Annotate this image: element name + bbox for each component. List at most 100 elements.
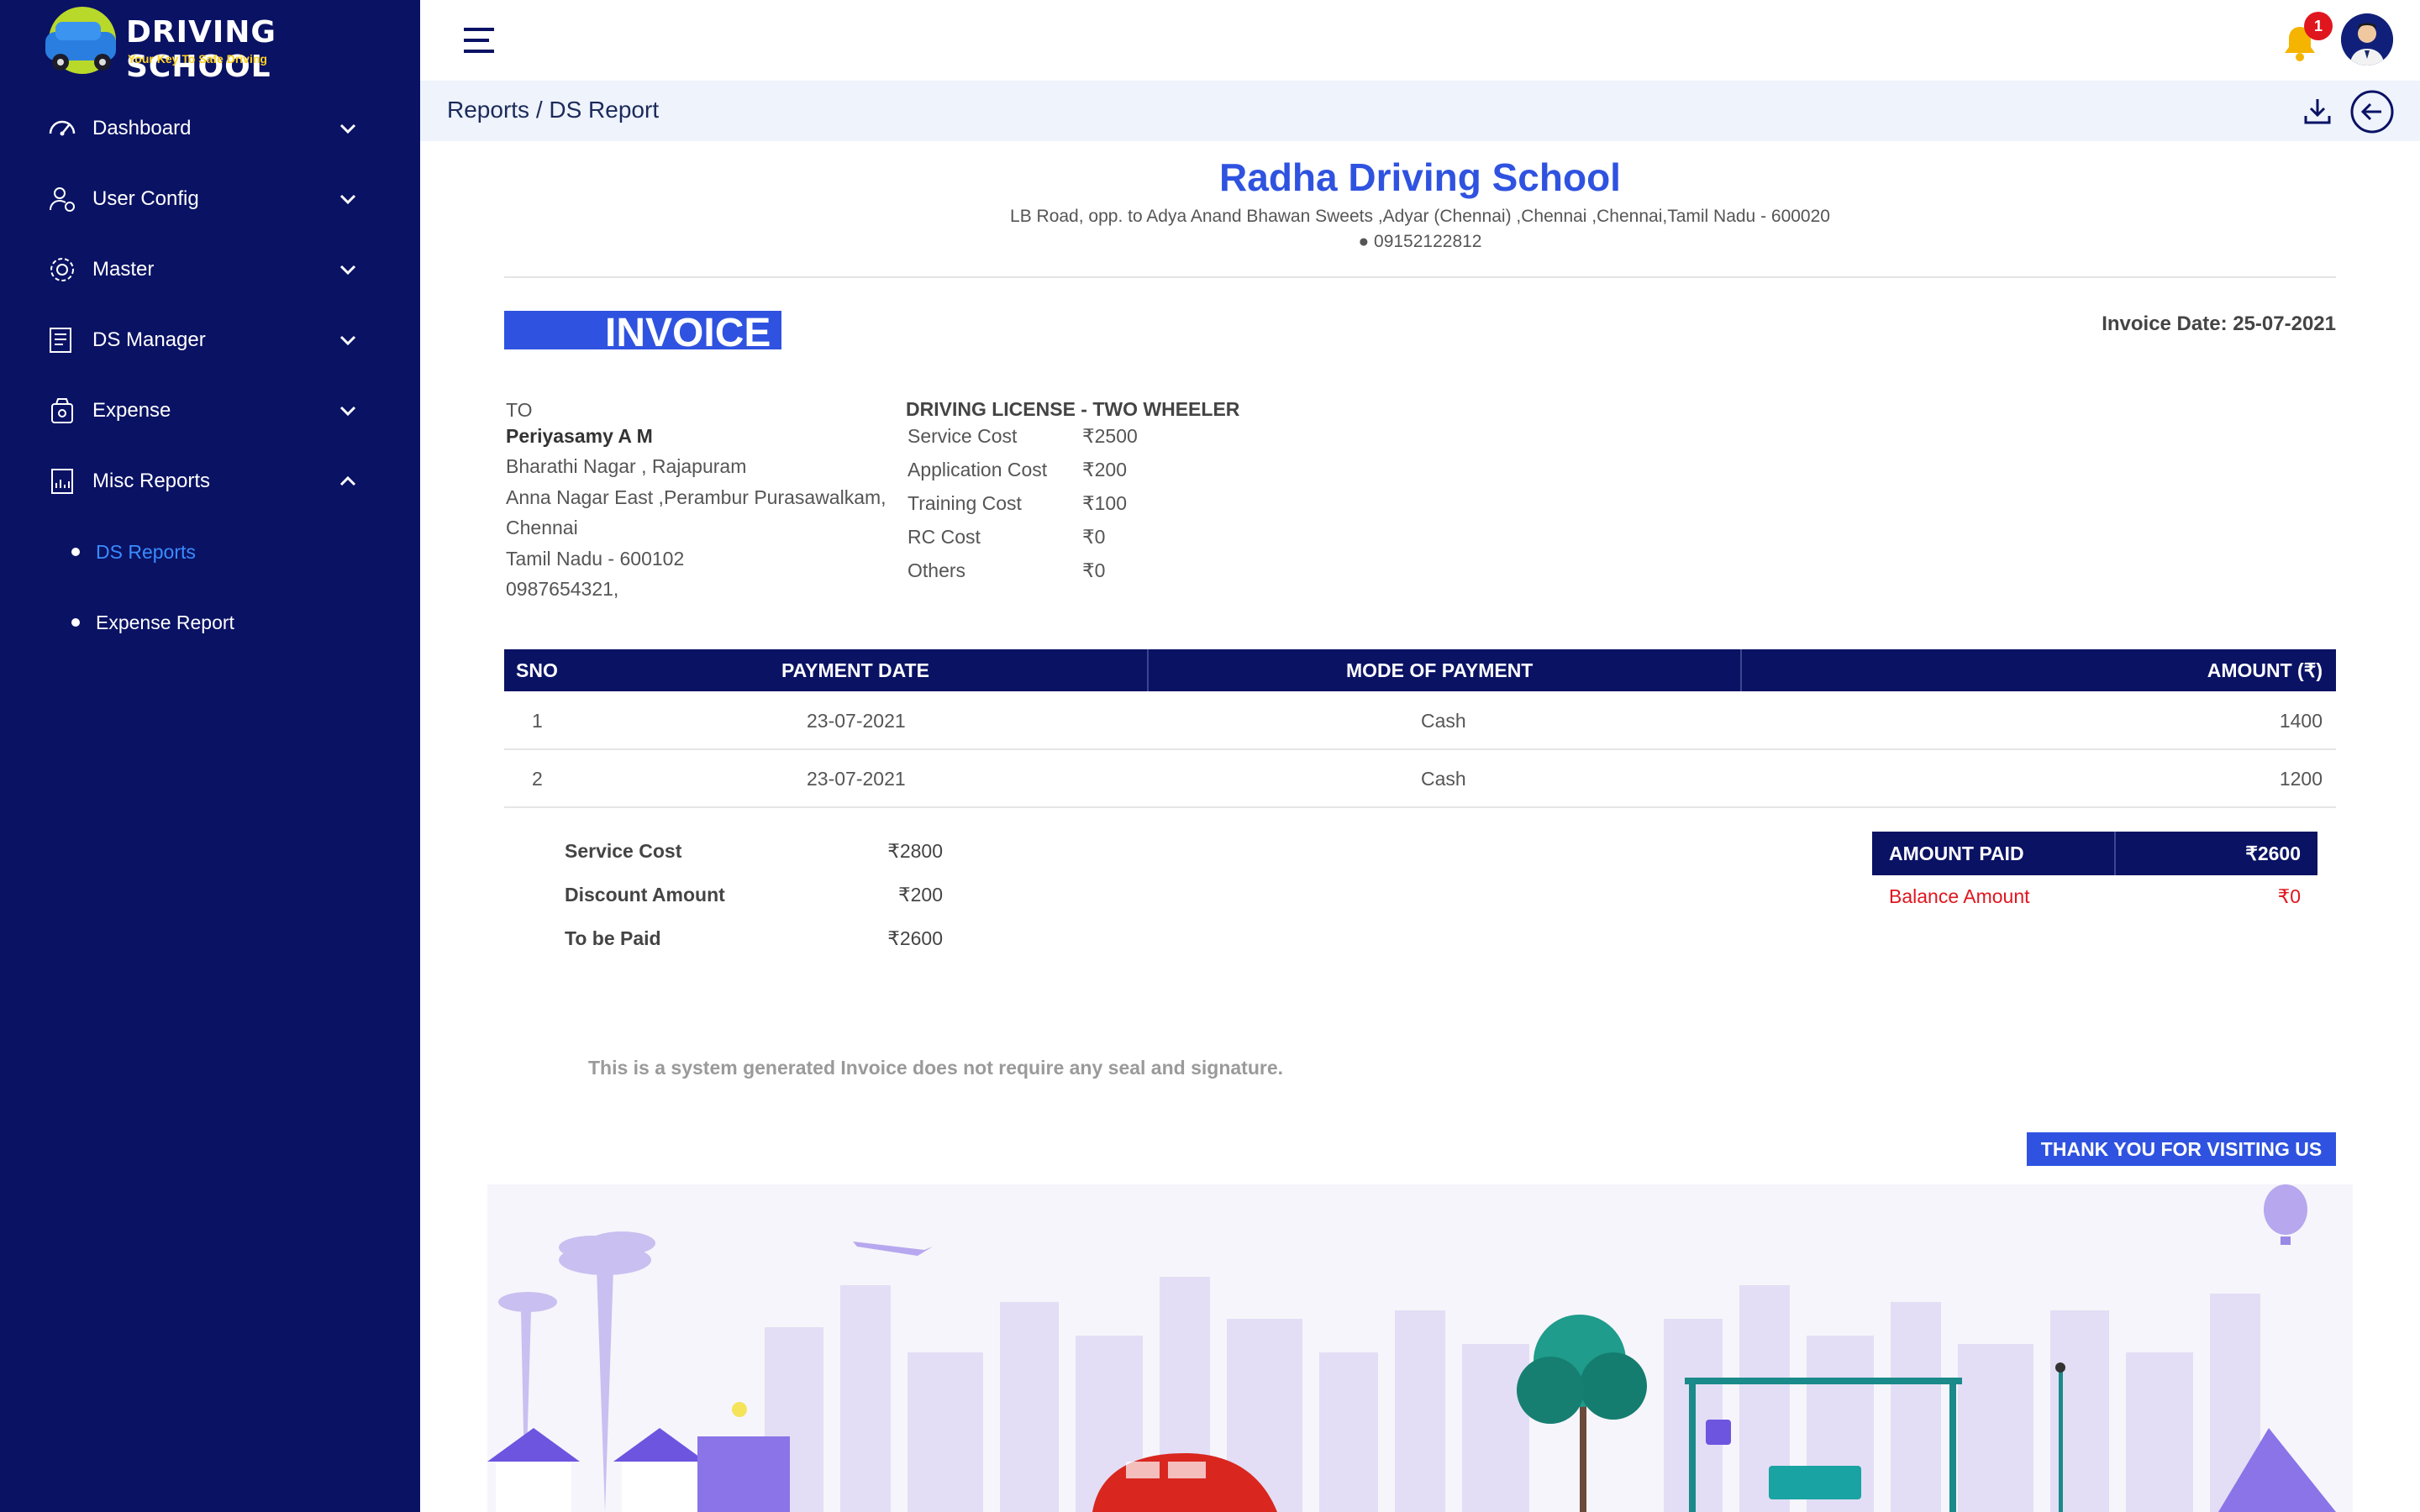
col-amount: AMOUNT (₹) xyxy=(2207,659,2323,681)
brand-name: DRIVING SCHOOL xyxy=(126,15,276,84)
customer-name: Periyasamy A M xyxy=(506,424,653,447)
sidebar: DRIVING SCHOOL Your Key To Safe Driving … xyxy=(0,0,420,1512)
school-address: LB Road, opp. to Adya Anand Bhawan Sweet… xyxy=(1010,207,1830,226)
user-gear-icon xyxy=(50,187,75,212)
chevron-up-icon xyxy=(339,475,356,486)
wallet-icon xyxy=(51,398,73,423)
report-icon xyxy=(51,469,73,494)
invoice-date: Invoice Date: 25-07-2021 xyxy=(2102,312,2336,335)
bullet-icon xyxy=(71,548,80,556)
balance-row: Balance Amount ₹0 xyxy=(1889,885,2301,908)
cell-sno: 2 xyxy=(532,768,543,790)
download-icon[interactable] xyxy=(2301,94,2334,128)
cell-mode: Cash xyxy=(1421,710,1466,732)
chevron-down-icon xyxy=(339,123,356,134)
ledger-icon xyxy=(50,328,71,353)
cell-date: 23-07-2021 xyxy=(807,768,906,790)
school-phone: ● 09152122812 xyxy=(1358,232,1482,251)
cell-sno: 1 xyxy=(532,710,543,732)
brand-tagline: Your Key To Safe Driving xyxy=(128,52,267,66)
cell-amount: 1200 xyxy=(2279,768,2323,790)
sidebar-item-label: Master xyxy=(92,258,155,281)
license-cost-table: Service Cost ₹2500 Application Cost ₹200 T… xyxy=(908,425,1244,593)
cost-value: ₹100 xyxy=(1082,492,1128,514)
address-line: Anna Nagar East ,Perambur Purasawalkam, xyxy=(506,486,886,508)
balance-value: ₹0 xyxy=(2277,885,2301,907)
cost-label: Others xyxy=(908,559,966,581)
column-divider xyxy=(2114,832,2116,875)
col-mode: MODE OF PAYMENT xyxy=(1346,659,1534,681)
table-row: 2 23-07-2021 Cash 1200 xyxy=(504,749,2336,808)
car-logo-icon xyxy=(45,7,116,74)
sidebar-item-label: Dashboard xyxy=(92,117,192,139)
amount-paid-box: AMOUNT PAID ₹2600 xyxy=(1872,832,2317,875)
sidebar-subitem-ds-reports[interactable]: DS Reports xyxy=(0,527,420,577)
cell-date: 23-07-2021 xyxy=(807,710,906,732)
gauge-icon xyxy=(49,120,76,136)
sidebar-item-label: Expense xyxy=(92,399,171,422)
cost-row: Application Cost ₹200 xyxy=(908,459,1244,492)
breadcrumb-bar xyxy=(420,81,2420,141)
license-title: DRIVING LICENSE - TWO WHEELER xyxy=(906,398,1240,420)
avatar[interactable] xyxy=(2341,13,2393,66)
sidebar-subitem-expense-report[interactable]: Expense Report xyxy=(0,597,420,648)
brand-logo[interactable]: DRIVING SCHOOL Your Key To Safe Driving xyxy=(42,5,395,84)
cell-amount: 1400 xyxy=(2279,710,2323,732)
divider xyxy=(504,276,2336,278)
school-name: Radha Driving School xyxy=(1219,155,1621,199)
cost-value: ₹2500 xyxy=(1082,425,1138,447)
gear-icon xyxy=(50,258,74,281)
summary-value: ₹2800 xyxy=(887,840,943,862)
cost-summary: Service Cost ₹2800 Discount Amount ₹200 To… xyxy=(565,840,943,971)
sidebar-item-ds-manager[interactable]: DS Manager xyxy=(0,311,420,370)
amount-paid-label: AMOUNT PAID xyxy=(1889,843,2024,864)
breadcrumb: Reports / DS Report xyxy=(447,97,660,123)
chevron-down-icon xyxy=(339,265,356,276)
summary-label: Service Cost xyxy=(565,840,682,862)
column-divider xyxy=(1147,649,1149,691)
payments-table-header: SNO PAYMENT DATE MODE OF PAYMENT AMOUNT … xyxy=(504,649,2336,691)
sidebar-item-dashboard[interactable]: Dashboard xyxy=(0,99,420,158)
chevron-down-icon xyxy=(339,194,356,205)
address-line: Chennai xyxy=(506,517,578,538)
sidebar-subitem-label: Expense Report xyxy=(96,611,234,633)
city-illustration xyxy=(487,1184,2353,1512)
sidebar-item-misc-reports[interactable]: Misc Reports xyxy=(0,452,420,511)
sidebar-item-master[interactable]: Master xyxy=(0,240,420,299)
top-bar xyxy=(420,0,2420,81)
col-sno: SNO xyxy=(516,659,558,681)
invoice-title: INVOICE xyxy=(504,311,781,355)
address-line: Bharathi Nagar , Rajapuram xyxy=(506,455,747,477)
back-arrow-icon[interactable] xyxy=(2349,89,2395,134)
sidebar-item-label: Misc Reports xyxy=(92,470,211,492)
cost-label: Training Cost xyxy=(908,492,1022,514)
sidebar-item-expense[interactable]: Expense xyxy=(0,381,420,440)
sidebar-item-label: User Config xyxy=(92,187,199,210)
summary-value: ₹200 xyxy=(897,884,943,906)
summary-label: To be Paid xyxy=(565,927,661,949)
balance-label: Balance Amount xyxy=(1889,885,2030,907)
sidebar-item-user-config[interactable]: User Config xyxy=(0,170,420,228)
summary-row: Discount Amount ₹200 xyxy=(565,884,943,927)
column-divider xyxy=(1740,649,1742,691)
amount-paid-value: ₹2600 xyxy=(2245,843,2301,864)
bullet-icon xyxy=(71,618,80,627)
sidebar-subitem-label: DS Reports xyxy=(96,540,196,563)
user-avatar-icon xyxy=(2341,13,2393,66)
address-line: Tamil Nadu - 600102 xyxy=(506,547,685,570)
cost-row: Training Cost ₹100 xyxy=(908,492,1244,526)
table-row: 1 23-07-2021 Cash 1400 xyxy=(504,691,2336,750)
bill-to: TO Periyasamy A M Bharathi Nagar , Rajap… xyxy=(506,395,886,605)
customer-phone: 0987654321, xyxy=(506,578,619,600)
cost-label: Service Cost xyxy=(908,425,1018,447)
col-payment-date: PAYMENT DATE xyxy=(781,659,929,681)
system-note: This is a system generated Invoice does … xyxy=(588,1057,1284,1079)
hamburger-menu-icon[interactable] xyxy=(462,25,496,55)
notification-badge: 1 xyxy=(2304,12,2333,40)
summary-row: Service Cost ₹2800 xyxy=(565,840,943,884)
cost-row: Service Cost ₹2500 xyxy=(908,425,1244,459)
invoice-title-text: INVOICE xyxy=(605,311,771,355)
summary-value: ₹2600 xyxy=(887,927,943,949)
summary-label: Discount Amount xyxy=(565,884,725,906)
cost-row: Others ₹0 xyxy=(908,559,1244,593)
